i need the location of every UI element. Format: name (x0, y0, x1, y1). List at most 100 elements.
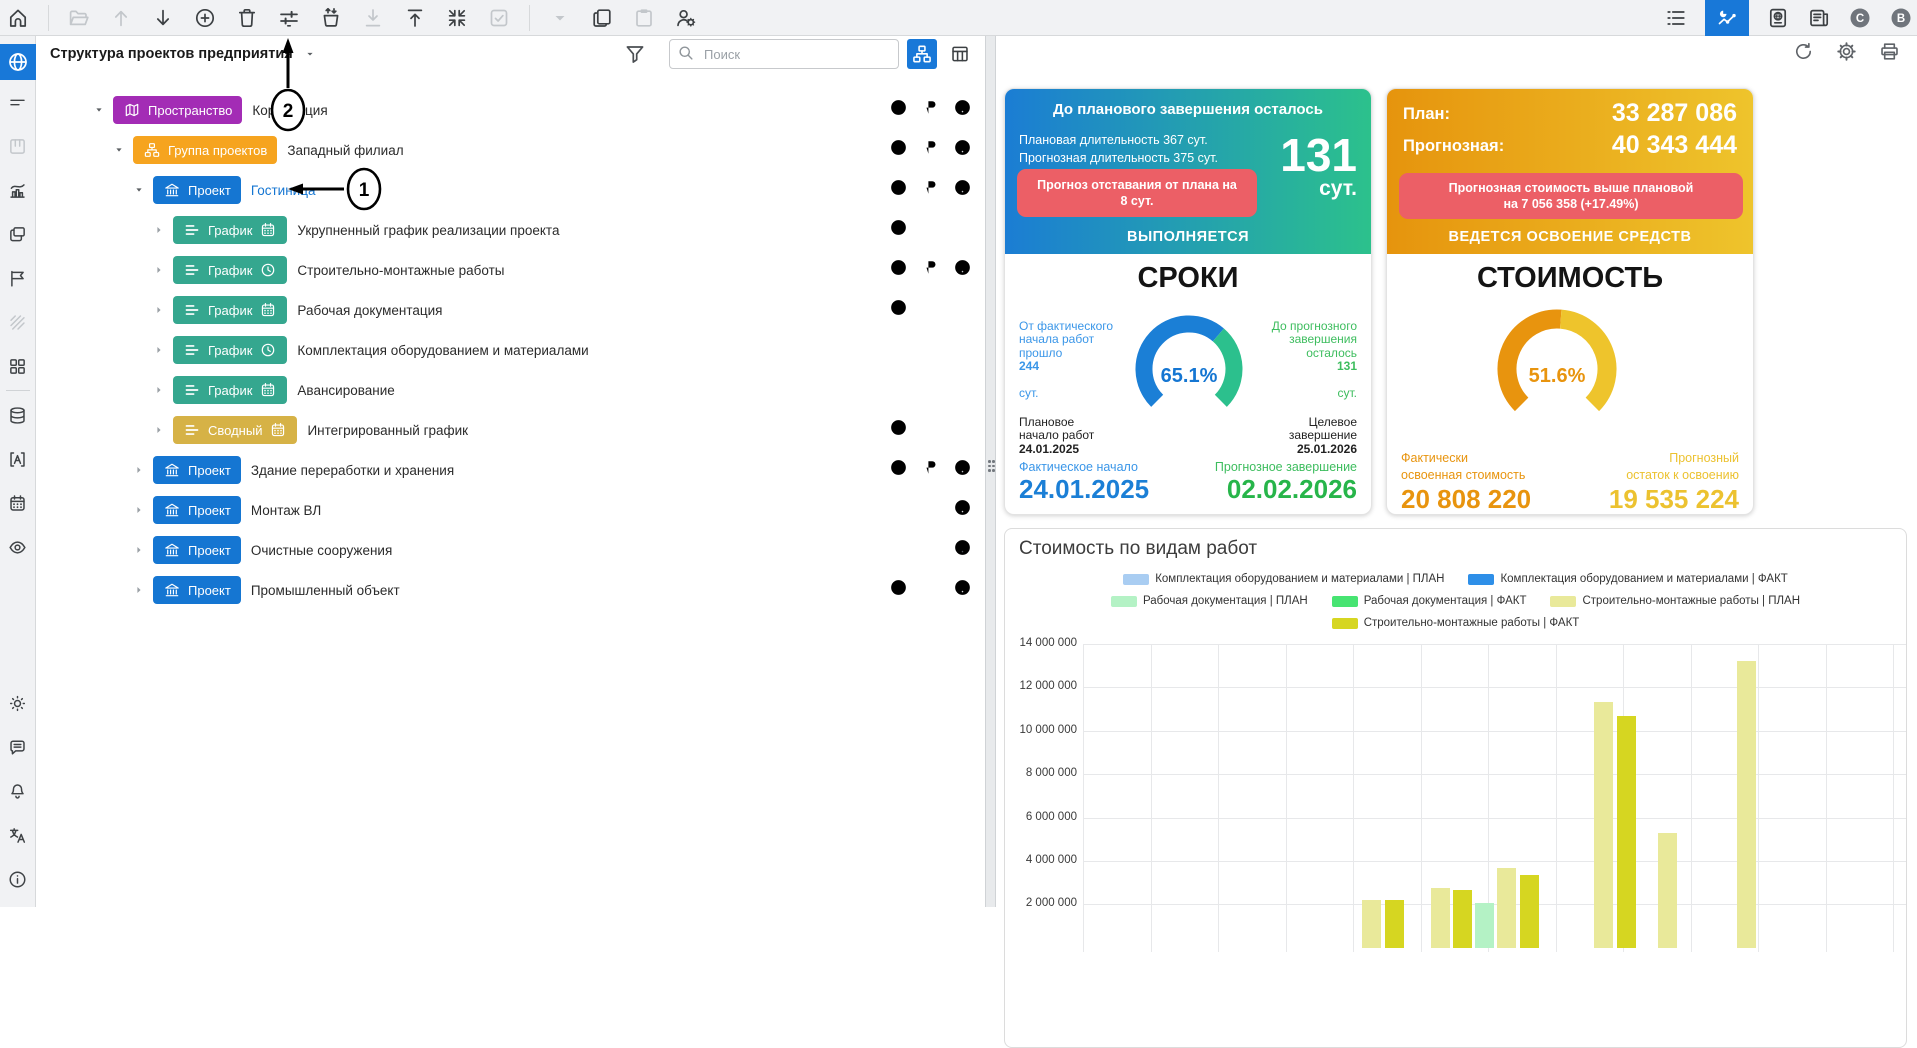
sidebar-globe-button[interactable] (0, 44, 36, 80)
sidebar-bell-button[interactable] (0, 769, 36, 813)
badge-project[interactable]: Проект (153, 496, 241, 524)
toolbar-copy-button[interactable] (590, 6, 614, 30)
tree-row[interactable]: График Рабочая документация (36, 290, 985, 330)
toolbar-trash-button[interactable] (235, 6, 259, 30)
sitemap-badge-icon (143, 141, 161, 159)
topbar-account-C-button[interactable]: C (1848, 6, 1872, 30)
toolbar-user-settings-button[interactable] (674, 6, 698, 30)
upload-icon (403, 6, 427, 30)
tree-item-label[interactable]: Строительно-монтажные работы (297, 263, 504, 278)
sidebar-comment-button[interactable] (0, 725, 36, 769)
caret-collapsed-icon[interactable] (153, 224, 165, 236)
tree-item-label[interactable]: Западный филиал (287, 143, 403, 158)
dashboard-settings-gear-button[interactable] (1835, 40, 1858, 68)
sidebar-windows-button[interactable] (0, 212, 36, 256)
splitter-handle[interactable] (988, 460, 995, 472)
tree-row[interactable]: График Укрупненный график реализации прое… (36, 210, 985, 250)
toolbar-box-exchange-button[interactable] (319, 6, 343, 30)
badge-project[interactable]: Проект (153, 536, 241, 564)
tree-item-label[interactable]: Здание переработки и хранения (251, 463, 454, 478)
caret-collapsed-icon[interactable] (153, 384, 165, 396)
tree-item-label[interactable]: Укрупненный график реализации проекта (297, 223, 559, 238)
panel-title-caret-icon[interactable] (303, 47, 317, 61)
caret-expanded-icon[interactable] (113, 144, 125, 156)
dashboard-print-button[interactable] (1878, 40, 1901, 68)
badge-space[interactable]: Пространство (113, 96, 242, 124)
tree-row[interactable]: Пространство Корпорация (36, 90, 985, 130)
sidebar-text-bracket-button[interactable] (0, 437, 36, 481)
lines-badge-icon (183, 341, 201, 359)
badge-group[interactable]: Группа проектов (133, 136, 277, 164)
sidebar-eye-button[interactable] (0, 525, 36, 569)
badge-schedule[interactable]: График (173, 376, 287, 404)
search-input[interactable] (669, 39, 899, 69)
toolbar-add-circle-button[interactable] (193, 6, 217, 30)
filter-funnel-icon[interactable] (623, 42, 647, 66)
badge-project[interactable]: Проект (153, 576, 241, 604)
tree-item-label[interactable]: Авансирование (297, 383, 394, 398)
tree-row[interactable]: Проект Очистные сооружения (36, 530, 985, 570)
sidebar-grid-button[interactable] (0, 344, 36, 388)
legend-row: Строительно-монтажные работы | ФАКТ (1005, 617, 1906, 629)
topbar-analytics-button[interactable] (1705, 0, 1749, 36)
badge-schedule[interactable]: График (173, 256, 287, 284)
caret-collapsed-icon[interactable] (133, 584, 145, 596)
caret-collapsed-icon[interactable] (153, 264, 165, 276)
caret-collapsed-icon[interactable] (133, 544, 145, 556)
tree-row[interactable]: Проект Здание переработки и хранения (36, 450, 985, 490)
caret-collapsed-icon[interactable] (153, 344, 165, 356)
caret-collapsed-icon[interactable] (153, 304, 165, 316)
tree-row[interactable]: Проект Промышленный объект (36, 570, 985, 610)
caret-expanded-icon[interactable] (133, 184, 145, 196)
badge-schedule[interactable]: График (173, 296, 287, 324)
topbar-account-B-button[interactable]: B (1889, 6, 1913, 30)
tree-item-label[interactable]: Промышленный объект (251, 583, 400, 598)
topbar-news-button[interactable] (1807, 6, 1831, 30)
badge-schedule[interactable]: График (173, 336, 287, 364)
sidebar-info-button[interactable] (0, 857, 36, 901)
calendar-badge-icon (259, 381, 277, 399)
sidebar-chart-histogram-button[interactable] (0, 168, 36, 212)
topbar-list-queue-button[interactable] (1664, 6, 1688, 30)
toolbar-arrow-down-button[interactable] (151, 6, 175, 30)
tree-item-label[interactable]: Рабочая документация (297, 303, 442, 318)
tree-row[interactable]: График Авансирование (36, 370, 985, 410)
sidebar-theme-sun-button[interactable] (0, 681, 36, 725)
toolbar-collapse-button[interactable] (445, 6, 469, 30)
topbar-passport-button[interactable] (1766, 6, 1790, 30)
sidebar-flag-button[interactable] (0, 256, 36, 300)
sidebar-outline-lines-button[interactable] (0, 80, 36, 124)
toolbar-sliders-button[interactable] (277, 6, 301, 30)
badge-summary[interactable]: Сводный (173, 416, 297, 444)
sidebar-calendar-button[interactable] (0, 481, 36, 525)
tree-item-label[interactable]: Интегрированный график (307, 423, 468, 438)
sidebar-translate-button[interactable] (0, 813, 36, 857)
tree-item-label[interactable]: Монтаж ВЛ (251, 503, 321, 518)
table-view-button[interactable] (945, 39, 975, 69)
caret-collapsed-icon[interactable] (133, 464, 145, 476)
tree-row[interactable]: Сводный Интегрированный график (36, 410, 985, 450)
tree-row[interactable]: Проект Гостиница (36, 170, 985, 210)
toolbar-upload-button[interactable] (403, 6, 427, 30)
tree-row[interactable]: График Строительно-монтажные работы (36, 250, 985, 290)
tree-item-label[interactable]: Корпорация (252, 103, 327, 118)
caret-expanded-icon[interactable] (93, 104, 105, 116)
badge-schedule[interactable]: График (173, 216, 287, 244)
tree-row[interactable]: График Комплектация оборудованием и матер… (36, 330, 985, 370)
panel-splitter[interactable] (985, 36, 996, 907)
refresh-icon (1792, 40, 1815, 63)
caret-collapsed-icon[interactable] (133, 504, 145, 516)
tree-row[interactable]: Группа проектов Западный филиал (36, 130, 985, 170)
cost-summary-card: План: 33 287 086 Прогнозная: 40 343 444 … (1386, 88, 1754, 515)
tree-item-label[interactable]: Комплектация оборудованием и материалами (297, 343, 588, 358)
badge-project[interactable]: Проект (153, 456, 241, 484)
sidebar-database-button[interactable] (0, 393, 36, 437)
tree-item-label[interactable]: Очистные сооружения (251, 543, 392, 558)
org-view-button[interactable] (907, 39, 937, 69)
toolbar-home-button[interactable] (6, 6, 30, 30)
tree-row[interactable]: Проект Монтаж ВЛ (36, 490, 985, 530)
dashboard-refresh-button[interactable] (1792, 40, 1815, 68)
caret-collapsed-icon[interactable] (153, 424, 165, 436)
badge-project[interactable]: Проект (153, 176, 241, 204)
tree-item-label[interactable]: Гостиница (251, 183, 316, 198)
